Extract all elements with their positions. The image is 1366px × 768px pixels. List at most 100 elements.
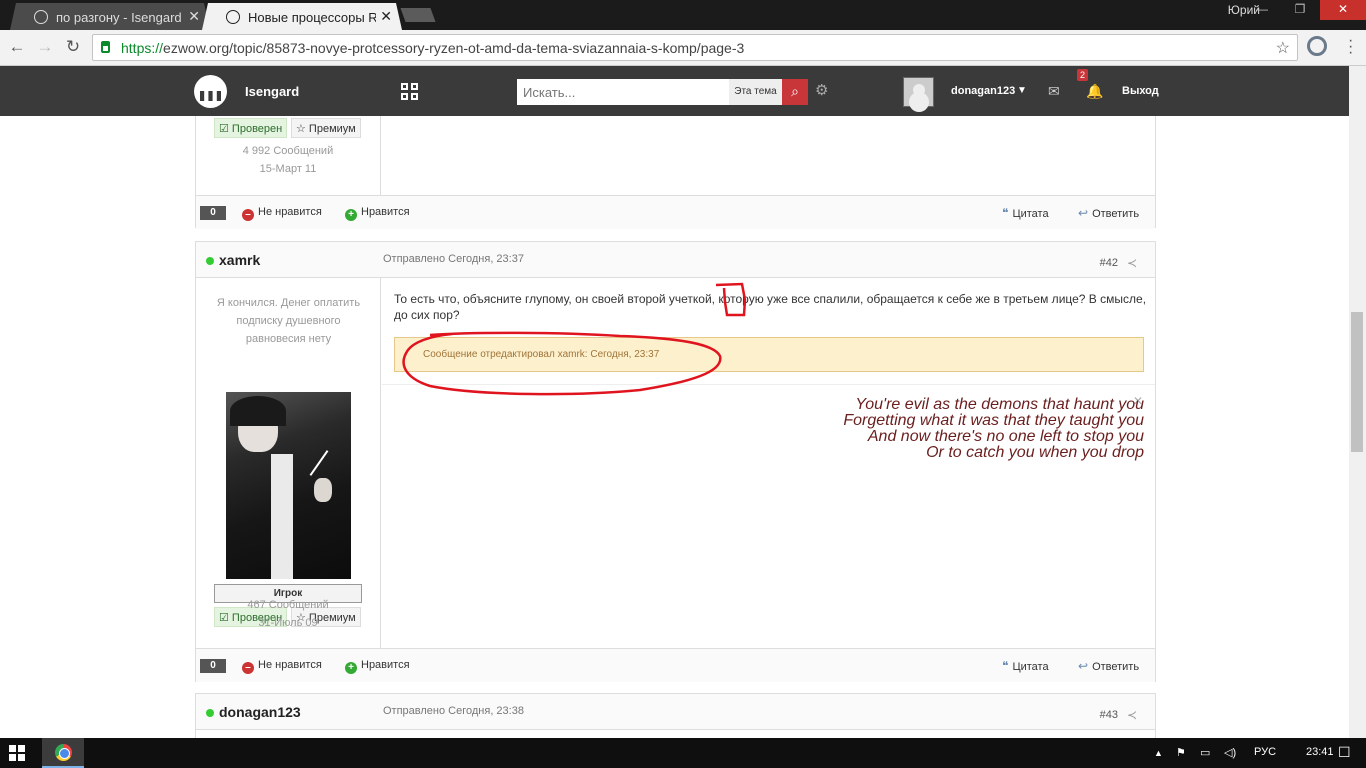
avatar[interactable]	[903, 77, 934, 107]
search-input[interactable]	[517, 79, 729, 105]
signature-divider	[382, 384, 1155, 385]
globe-icon	[34, 10, 48, 24]
browser-toolbar: ← → ↻ https://ezwow.org/topic/85873-novy…	[0, 30, 1366, 66]
dislike-button[interactable]: – Не нравится	[242, 206, 322, 221]
username-menu[interactable]: donagan123	[951, 85, 1015, 97]
post-author[interactable]: xamrk	[219, 252, 260, 268]
language-indicator[interactable]: РУС	[1254, 746, 1276, 758]
edit-notice: Сообщение отредактировал xamrk: Сегодня,…	[394, 337, 1144, 372]
browser-chrome: по разгону - Isengard ✕ Новые процессоры…	[0, 0, 1366, 66]
like-button[interactable]: + Нравится	[345, 206, 410, 221]
post-header: xamrk Отправлено Сегодня, 23:37 #42 ≺	[196, 242, 1155, 278]
post-date: Отправлено Сегодня, 23:38	[383, 705, 524, 717]
apps-grid-icon[interactable]	[401, 83, 419, 101]
post-42: xamrk Отправлено Сегодня, 23:37 #42 ≺ Я …	[195, 241, 1156, 682]
reputation-count: 0	[200, 659, 226, 673]
url-text[interactable]: https://ezwow.org/topic/85873-novye-prot…	[121, 40, 744, 56]
logout-link[interactable]: Выход	[1122, 85, 1159, 97]
reply-button[interactable]: ↩ Ответить	[1078, 659, 1139, 673]
post-number-link[interactable]: #43	[1100, 709, 1118, 721]
search-scope-select[interactable]: Эта тема	[729, 79, 782, 105]
premium-badge: ☆ Премиум	[291, 118, 361, 138]
reply-icon: ↩	[1078, 206, 1089, 220]
tab-close-icon[interactable]: ✕	[188, 8, 200, 25]
topic-content: ☑ Проверен ☆ Премиум 4 992 Сообщений 15-…	[0, 116, 1349, 738]
mail-icon[interactable]: ✉	[1048, 83, 1060, 100]
chrome-icon	[55, 744, 72, 761]
author-panel: ☑ Проверен ☆ Премиум 4 992 Сообщений 15-…	[196, 116, 381, 195]
post-actions: 0 – Не нравится + Нравится ❝ Цитата ↩ Ответи…	[196, 195, 1155, 229]
clock[interactable]: 23:41	[1306, 746, 1334, 758]
post-author[interactable]: donagan123	[219, 704, 301, 720]
post-count: 4 992 Сообщений	[242, 145, 334, 157]
chevron-down-icon[interactable]: ▼	[1017, 85, 1027, 96]
site-logo[interactable]	[194, 75, 227, 108]
lock-icon	[101, 41, 110, 53]
user-title: Я кончился. Денег оплатить подписку душе…	[216, 297, 361, 345]
volume-icon[interactable]: ◁)	[1224, 746, 1236, 759]
windows-taskbar: ▲ ⚑ ▭ ◁) РУС 23:41 ☐	[0, 738, 1366, 768]
join-date: 31-Июль 09	[258, 617, 318, 629]
reply-button[interactable]: ↩ Ответить	[1078, 206, 1139, 220]
back-button[interactable]: ←	[6, 37, 28, 59]
site-name[interactable]: Isengard	[245, 84, 299, 99]
user-avatar-image[interactable]	[226, 392, 351, 579]
bookmark-star-icon[interactable]: ☆	[1276, 38, 1290, 58]
search-button[interactable]: ⌕	[782, 79, 808, 105]
page-scrollbar[interactable]	[1349, 66, 1366, 738]
online-status-icon	[206, 709, 214, 717]
scrollbar-thumb[interactable]	[1351, 312, 1363, 452]
post-number-link[interactable]: #42	[1100, 257, 1118, 269]
minus-icon: –	[242, 209, 254, 221]
reload-button[interactable]: ↻	[62, 37, 84, 59]
tab-close-icon[interactable]: ✕	[380, 8, 392, 25]
plus-icon: +	[345, 209, 357, 221]
taskbar-chrome-button[interactable]	[42, 738, 84, 768]
author-panel: Я кончился. Денег оплатить подписку душе…	[196, 278, 381, 649]
tab-strip: по разгону - Isengard ✕ Новые процессоры…	[0, 0, 1366, 30]
site-navbar: Isengard Эта тема ⌕ ⚙ donagan123 ▼ ✉ 2 🔔…	[0, 66, 1349, 116]
tab-title: по разгону - Isengard	[56, 10, 182, 25]
plus-icon: +	[345, 662, 357, 674]
network-icon[interactable]: ▭	[1200, 746, 1210, 759]
post-count: 467 Сообщений	[247, 599, 329, 611]
gear-icon[interactable]: ⚙	[815, 81, 828, 99]
notifications-icon[interactable]: ☐	[1338, 744, 1351, 761]
flag-icon[interactable]: ⚑	[1176, 746, 1186, 759]
minimize-button[interactable]: —	[1248, 0, 1276, 20]
reputation-count: 0	[200, 206, 226, 220]
post-text: То есть что, объясните глупому, он своей…	[394, 292, 1147, 322]
forward-button[interactable]: →	[34, 37, 56, 59]
quote-button[interactable]: ❝ Цитата	[1002, 659, 1049, 673]
search-icon: ⌕	[791, 83, 799, 99]
tab-ryzen-topic[interactable]: Новые процессоры RyZ ✕	[202, 3, 402, 30]
share-icon[interactable]: ≺	[1127, 256, 1137, 270]
post-header: donagan123 Отправлено Сегодня, 23:38 #43…	[196, 694, 1155, 730]
tray-chevron-up-icon[interactable]: ▲	[1154, 748, 1163, 758]
quote-button[interactable]: ❝ Цитата	[1002, 206, 1049, 220]
share-icon[interactable]: ≺	[1127, 708, 1137, 722]
verified-badge: ☑ Проверен	[214, 118, 288, 138]
tab-title: Новые процессоры RyZ	[248, 10, 376, 25]
post-previous: ☑ Проверен ☆ Премиум 4 992 Сообщений 15-…	[195, 116, 1156, 229]
dislike-button[interactable]: – Не нравится	[242, 659, 322, 674]
extension-icon[interactable]	[1307, 36, 1327, 56]
bell-icon[interactable]: 🔔	[1086, 83, 1103, 100]
quote-icon: ❝	[1002, 659, 1009, 673]
maximize-button[interactable]: ❐	[1286, 0, 1314, 20]
close-window-button[interactable]: ✕	[1320, 0, 1366, 20]
post-date: Отправлено Сегодня, 23:37	[383, 253, 524, 265]
windows-start-icon[interactable]	[9, 745, 25, 761]
minus-icon: –	[242, 662, 254, 674]
address-bar[interactable]: https://ezwow.org/topic/85873-novye-prot…	[92, 34, 1298, 61]
reply-icon: ↩	[1078, 659, 1089, 673]
like-button[interactable]: + Нравится	[345, 659, 410, 674]
signature: You're evil as the demons that haunt you…	[843, 396, 1144, 461]
online-status-icon	[206, 257, 214, 265]
post-actions: 0 – Не нравится + Нравится ❝ Цитата ↩ Ответи…	[196, 648, 1155, 682]
new-tab-button[interactable]	[400, 8, 436, 22]
quote-icon: ❝	[1002, 206, 1009, 220]
browser-menu-icon[interactable]: · · ·	[1348, 33, 1353, 61]
notification-badge: 2	[1077, 69, 1089, 81]
tab-isengard-overclock[interactable]: по разгону - Isengard ✕	[10, 3, 210, 30]
